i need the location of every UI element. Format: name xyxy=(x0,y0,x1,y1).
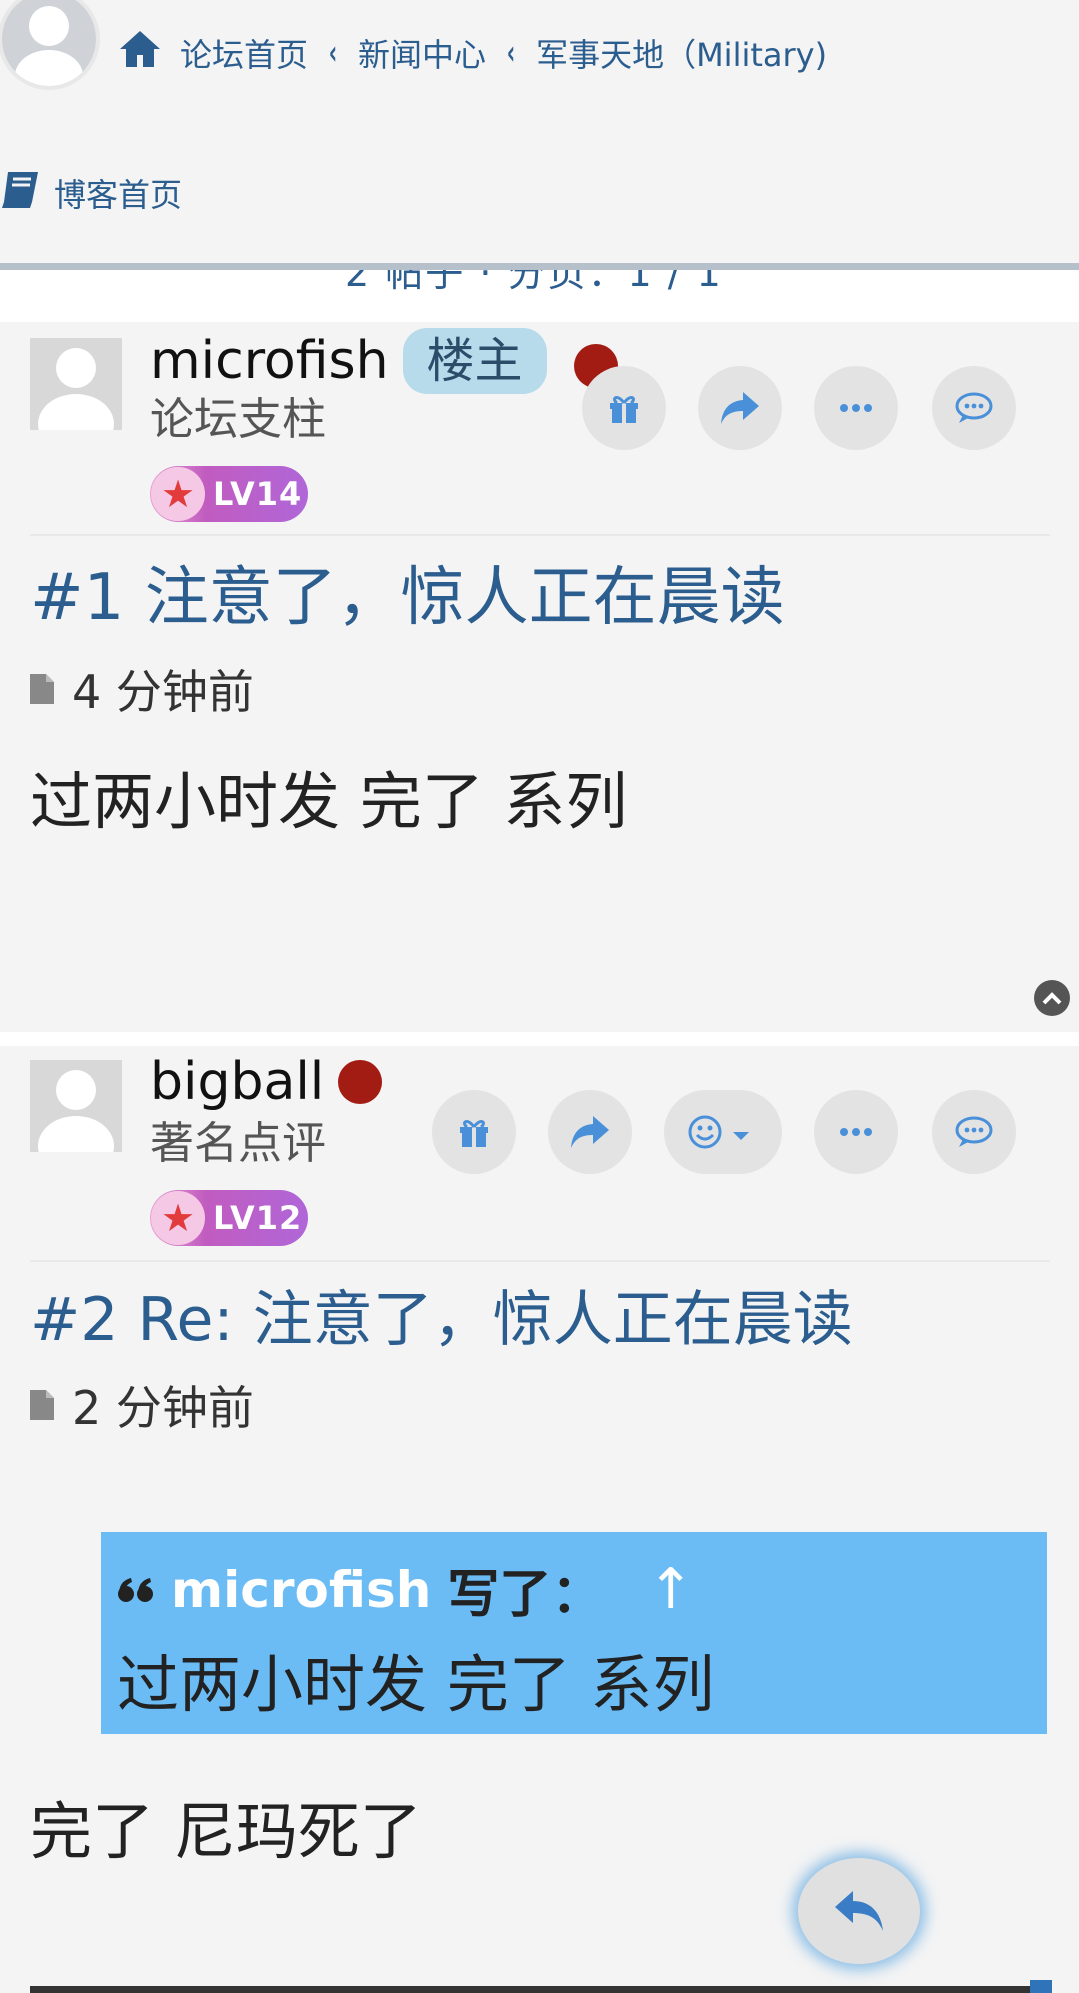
breadcrumb-military[interactable]: 军事天地（Military) xyxy=(536,30,827,76)
reply-button[interactable] xyxy=(798,1858,920,1964)
pager-text: 2 帖子 · 分页：1 / 1 xyxy=(345,270,723,295)
more-icon xyxy=(840,404,872,412)
blog-home-link[interactable]: 博客首页 xyxy=(0,168,182,218)
next-post-edge xyxy=(30,1986,1050,1993)
comment-button[interactable] xyxy=(932,366,1016,450)
blog-home-label: 博客首页 xyxy=(54,176,183,214)
breadcrumb-separator: ‹ xyxy=(506,33,516,73)
post-title[interactable]: #1 注意了，惊人正在晨读 xyxy=(30,558,785,638)
home-icon[interactable] xyxy=(118,29,162,77)
op-badge: 楼主 xyxy=(402,328,547,394)
share-button[interactable] xyxy=(698,366,782,450)
pager-strip: 2 帖子 · 分页：1 / 1 xyxy=(0,270,1079,322)
post-header-divider xyxy=(30,1260,1050,1262)
share-button[interactable] xyxy=(548,1090,632,1174)
post-username[interactable]: bigball xyxy=(150,1052,324,1112)
status-dot xyxy=(338,1060,383,1104)
post-meta: 2 分钟前 xyxy=(30,1372,254,1438)
star-icon: ★ xyxy=(151,467,205,521)
breadcrumb-forum-home[interactable]: 论坛首页 xyxy=(180,30,308,76)
post-body: 过两小时发 完了 系列 xyxy=(30,765,628,838)
post-title[interactable]: #2 Re: 注意了，惊人正在晨读 xyxy=(30,1280,853,1360)
star-icon: ★ xyxy=(151,1191,205,1245)
user-title: 论坛支柱 xyxy=(150,394,326,445)
gift-button[interactable] xyxy=(432,1090,516,1174)
quote-block: microfish 写了： ↑ 过两小时发 完了 系列 xyxy=(101,1532,1047,1734)
chevron-up-icon xyxy=(1042,992,1062,1005)
post-author-avatar[interactable] xyxy=(30,338,122,430)
level-text: LV14 xyxy=(213,475,303,513)
post-1: microfish 楼主 论坛支柱 ★ LV14 #1 注意了，惊人正在晨读 4… xyxy=(0,322,1079,1032)
quote-icon xyxy=(118,1577,153,1602)
post-body: 完了 尼玛死了 xyxy=(30,1795,422,1868)
scrollbar-thumb[interactable] xyxy=(1030,1980,1052,1993)
scroll-top-button[interactable] xyxy=(1034,980,1070,1016)
post-author-line: microfish 楼主 xyxy=(150,328,547,394)
gift-button[interactable] xyxy=(582,366,666,450)
level-badge: ★ LV14 xyxy=(150,466,308,522)
quote-wrote-label: 写了： xyxy=(447,1565,604,1625)
breadcrumb: 论坛首页 ‹ 新闻中心 ‹ 军事天地（Military) xyxy=(118,28,827,78)
post-separator xyxy=(0,1032,1079,1046)
quote-author[interactable]: microfish xyxy=(171,1561,431,1619)
more-button[interactable] xyxy=(814,366,898,450)
post-author-line: bigball xyxy=(150,1052,383,1112)
post-header-divider xyxy=(30,534,1050,536)
quote-header: microfish 写了： ↑ xyxy=(117,1552,694,1627)
post-username[interactable]: microfish xyxy=(150,331,389,391)
gift-icon xyxy=(460,1120,488,1147)
document-icon xyxy=(30,1390,54,1420)
quote-text: 过两小时发 完了 系列 xyxy=(117,1648,715,1721)
more-button[interactable] xyxy=(814,1090,898,1174)
more-icon xyxy=(840,1128,872,1136)
breadcrumb-separator: ‹ xyxy=(328,33,338,73)
share-icon xyxy=(721,392,759,424)
reaction-button[interactable] xyxy=(664,1090,782,1174)
jump-to-quoted-button[interactable]: ↑ xyxy=(647,1557,694,1622)
gift-icon xyxy=(610,396,638,423)
level-text: LV12 xyxy=(213,1199,303,1237)
document-icon xyxy=(30,674,54,704)
post-time: 4 分钟前 xyxy=(72,665,254,719)
emoji-icon xyxy=(688,1115,749,1149)
level-badge: ★ LV12 xyxy=(150,1190,308,1246)
breadcrumb-news-center[interactable]: 新闻中心 xyxy=(358,30,486,76)
post-time: 2 分钟前 xyxy=(72,1381,254,1435)
comment-icon xyxy=(955,1116,993,1147)
comment-button[interactable] xyxy=(932,1090,1016,1174)
post-author-avatar[interactable] xyxy=(30,1060,122,1152)
reply-icon xyxy=(835,1891,883,1931)
share-icon xyxy=(571,1116,609,1148)
post-meta: 4 分钟前 xyxy=(30,656,254,722)
user-title: 著名点评 xyxy=(150,1118,326,1169)
header-divider xyxy=(0,263,1079,270)
comment-icon xyxy=(955,392,993,423)
book-icon xyxy=(0,168,42,218)
